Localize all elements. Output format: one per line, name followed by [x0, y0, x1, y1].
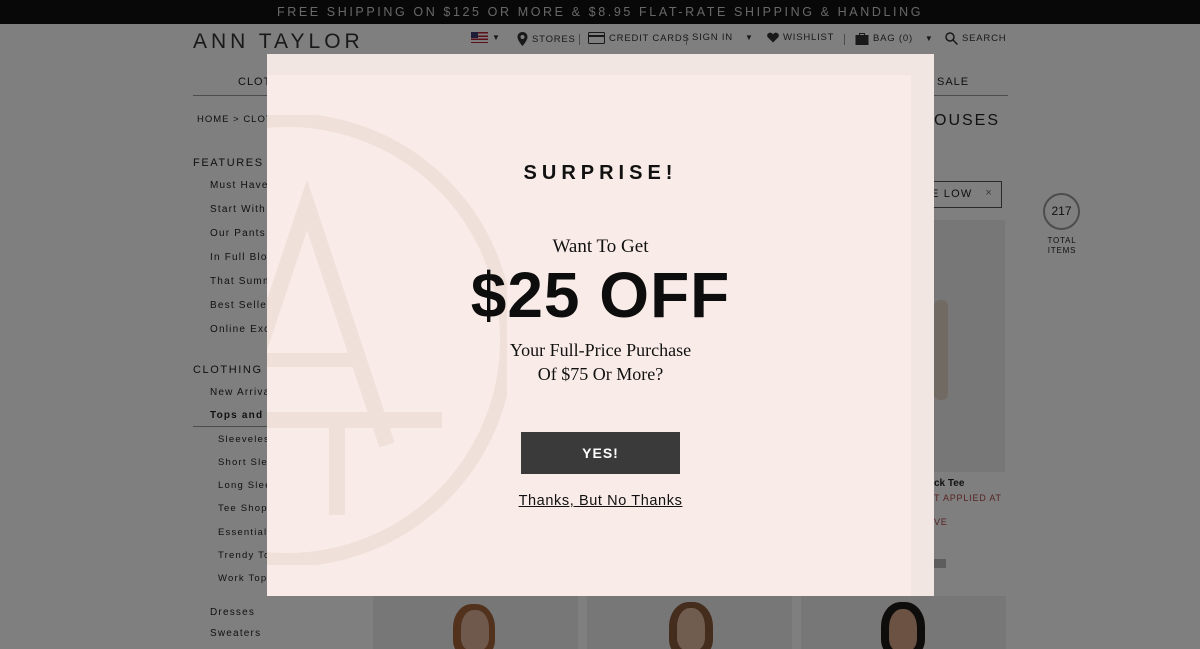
modal-eyebrow: SURPRISE! [523, 162, 678, 184]
modal-panel [267, 75, 911, 596]
modal-subtitle: Want To Get [552, 236, 649, 257]
modal-description: Your Full-Price Purchase Of $75 Or More? [267, 338, 934, 386]
decline-offer-link[interactable]: Thanks, But No Thanks [267, 493, 934, 509]
accept-offer-button[interactable]: YES! [521, 432, 680, 474]
modal-description-line: Your Full-Price Purchase [509, 340, 692, 360]
decline-offer-label[interactable]: Thanks, But No Thanks [519, 493, 683, 509]
modal-offer-amount: $25 OFF [470, 259, 731, 331]
modal-description-line: Of $75 Or More? [537, 364, 664, 384]
promo-modal: SURPRISE! Want To Get $25 OFF Your Full-… [267, 54, 934, 596]
